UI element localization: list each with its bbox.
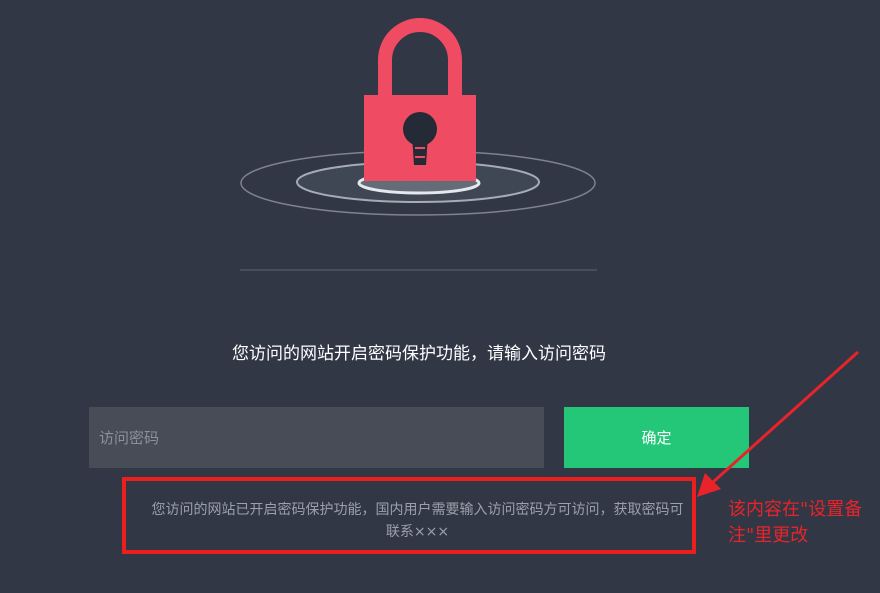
note-text: 您访问的网站已开启密码保护功能，国内用户需要输入访问密码方可访问，获取密码可联系…	[151, 502, 684, 540]
divider	[240, 269, 597, 271]
confirm-button[interactable]: 确定	[564, 407, 749, 468]
padlock-illustration	[240, 18, 596, 216]
password-prompt: 您访问的网站开启密码保护功能，请输入访问密码	[232, 344, 606, 364]
annotation-text: 该内容在"设置备注"里更改	[728, 499, 863, 546]
password-input[interactable]	[89, 407, 544, 468]
padlock-icon	[364, 18, 476, 181]
